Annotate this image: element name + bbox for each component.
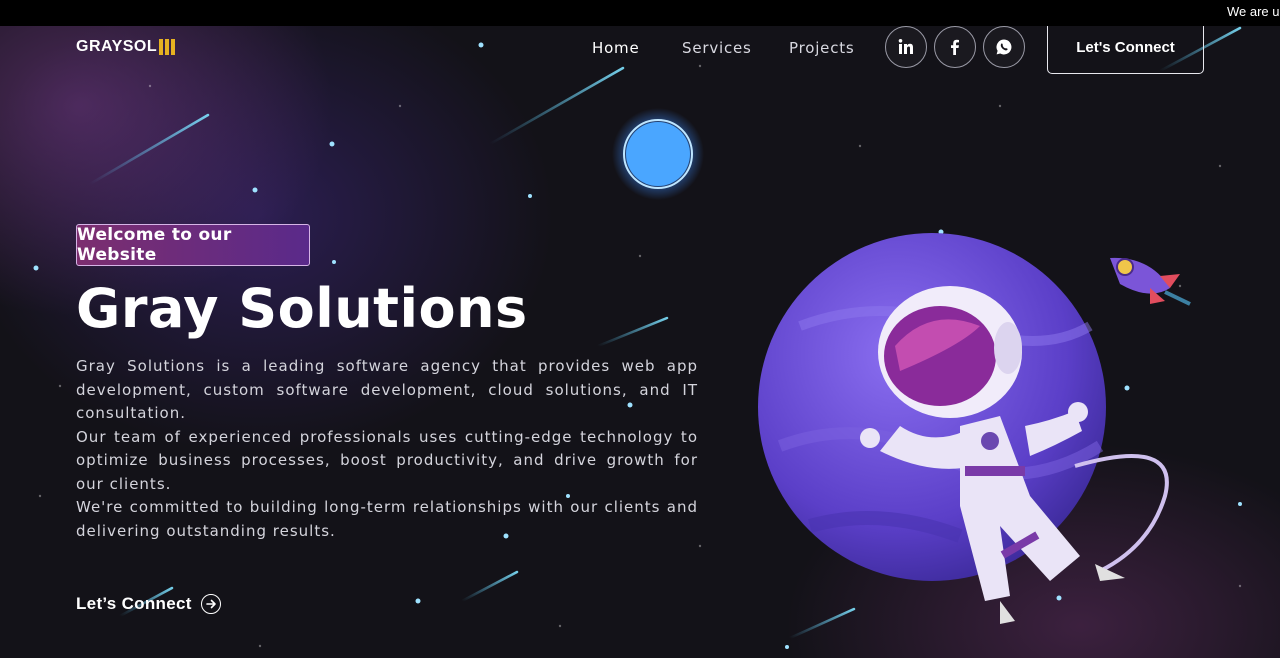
nav-home[interactable]: Home <box>592 39 640 57</box>
starfield-background <box>33 26 1242 649</box>
whatsapp-button[interactable] <box>983 26 1025 68</box>
arrow-right-circle-icon <box>200 594 221 614</box>
hero-description: Gray Solutions is a leading software age… <box>76 355 698 543</box>
welcome-badge: Welcome to our Website <box>76 224 310 266</box>
nav-services-link[interactable]: Services <box>682 39 752 57</box>
hero-paragraph: We're committed to building long-term re… <box>76 498 698 540</box>
announcement-bar: We are u <box>0 0 1280 26</box>
hero-title: Gray Solutions <box>76 277 528 340</box>
logo-text: GRAYSOL <box>76 38 158 55</box>
facebook-icon <box>951 39 959 55</box>
hero-paragraph: Gray Solutions is a leading software age… <box>76 357 698 422</box>
linkedin-icon <box>898 39 913 54</box>
linkedin-button[interactable] <box>885 26 927 68</box>
announcement-text: We are u <box>1227 4 1280 19</box>
site-logo[interactable]: GRAYSOL <box>76 38 176 56</box>
welcome-badge-text: Welcome to our Website <box>77 225 232 265</box>
lets-connect-header-label: Let's Connect <box>1076 39 1175 56</box>
nav-projects-link[interactable]: Projects <box>789 39 855 57</box>
logo-bars-icon <box>159 39 176 55</box>
whatsapp-icon <box>996 39 1012 55</box>
facebook-button[interactable] <box>934 26 976 68</box>
hero-section: GRAYSOL Home Services Projects Let's Con… <box>0 26 1280 658</box>
nav-projects[interactable]: Projects <box>789 39 855 57</box>
nav-home-link[interactable]: Home <box>592 39 640 57</box>
nav-services[interactable]: Services <box>682 39 752 57</box>
lets-connect-hero-label: Let’s Connect <box>76 594 192 613</box>
hero-paragraph: Our team of experienced professionals us… <box>76 427 698 493</box>
lets-connect-hero-link[interactable]: Let’s Connect <box>76 594 221 614</box>
lets-connect-header-button[interactable]: Let's Connect <box>1047 26 1204 74</box>
